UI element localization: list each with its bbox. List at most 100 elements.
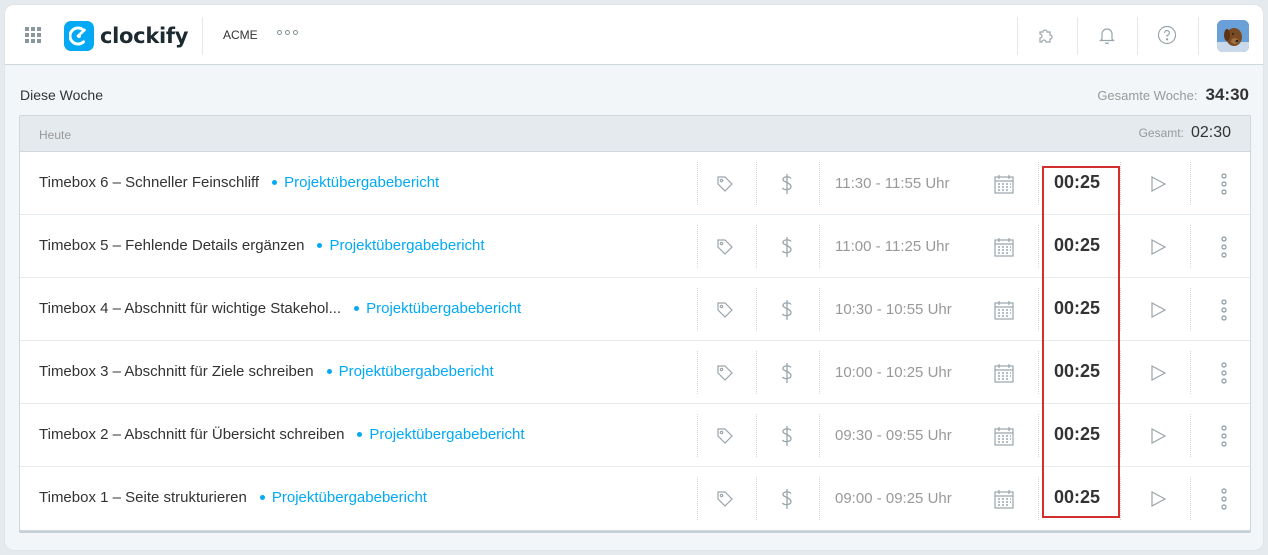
- divider: [1120, 351, 1121, 394]
- divider: [1137, 17, 1138, 55]
- dollar-icon[interactable]: [774, 423, 800, 449]
- dollar-icon[interactable]: [774, 360, 800, 386]
- play-icon[interactable]: [1145, 297, 1171, 323]
- entry-description-text: Timebox 2 – Abschnitt für Übersicht schr…: [39, 426, 345, 443]
- divider: [697, 288, 698, 331]
- dollar-icon[interactable]: [774, 234, 800, 260]
- divider: [1198, 17, 1199, 55]
- project-dot-icon: [357, 432, 363, 437]
- day-total-value: 02:30: [1190, 124, 1231, 141]
- tag-icon[interactable]: [712, 171, 738, 197]
- entry-time-range[interactable]: 10:30 - 10:55 Uhr: [835, 301, 952, 318]
- entry-time-range[interactable]: 09:30 - 09:55 Uhr: [835, 427, 952, 444]
- entry-project[interactable]: Projektübergabebericht: [354, 300, 521, 317]
- more-vertical-icon[interactable]: [1211, 171, 1237, 197]
- entry-description[interactable]: Timebox 6 – Schneller Feinschliff Projek…: [39, 174, 439, 191]
- avatar[interactable]: [1217, 20, 1249, 52]
- dollar-icon[interactable]: [774, 171, 800, 197]
- more-vertical-icon[interactable]: [1211, 297, 1237, 323]
- more-horizontal-icon[interactable]: [277, 30, 298, 35]
- more-vertical-icon[interactable]: [1211, 423, 1237, 449]
- calendar-icon[interactable]: [991, 360, 1017, 386]
- tag-icon[interactable]: [712, 423, 738, 449]
- entry-description[interactable]: Timebox 3 – Abschnitt für Ziele schreibe…: [39, 363, 494, 380]
- more-vertical-icon[interactable]: [1211, 360, 1237, 386]
- top-bar: clockify ACME: [5, 5, 1263, 65]
- dollar-icon[interactable]: [774, 297, 800, 323]
- entry-project-name: Projektübergabebericht: [338, 363, 494, 380]
- divider: [1190, 288, 1191, 331]
- entry-description[interactable]: Timebox 4 – Abschnitt für wichtige Stake…: [39, 300, 521, 317]
- play-icon[interactable]: [1145, 486, 1171, 512]
- puzzle-icon[interactable]: [1034, 23, 1058, 47]
- more-vertical-icon[interactable]: [1211, 486, 1237, 512]
- tag-icon[interactable]: [712, 297, 738, 323]
- divider: [756, 351, 757, 394]
- entry-project[interactable]: Projektübergabebericht: [357, 426, 525, 443]
- workspace-name[interactable]: ACME: [223, 28, 258, 42]
- entry-description-text: Timebox 4 – Abschnitt für wichtige Stake…: [39, 300, 342, 317]
- entry-description[interactable]: Timebox 5 – Fehlende Details ergänzen Pr…: [39, 237, 485, 254]
- divider: [697, 162, 698, 205]
- week-total-value: 34:30: [1205, 85, 1249, 104]
- app-name: clockify: [100, 24, 189, 48]
- help-circle-icon[interactable]: [1155, 23, 1179, 47]
- entry-time-range[interactable]: 09:00 - 09:25 Uhr: [835, 490, 952, 507]
- entry-project[interactable]: Projektübergabebericht: [326, 363, 494, 380]
- divider: [1120, 414, 1121, 457]
- calendar-icon[interactable]: [991, 234, 1017, 260]
- play-icon[interactable]: [1145, 171, 1171, 197]
- entry-project[interactable]: Projektübergabebericht: [272, 174, 439, 191]
- duration-highlight-box: [1042, 166, 1120, 518]
- divider: [819, 162, 820, 205]
- divider: [697, 225, 698, 268]
- calendar-icon[interactable]: [991, 297, 1017, 323]
- week-label: Diese Woche: [20, 87, 104, 103]
- project-dot-icon: [326, 369, 332, 374]
- apps-grid-icon[interactable]: [25, 27, 41, 43]
- entry-description[interactable]: Timebox 2 – Abschnitt für Übersicht schr…: [39, 426, 525, 443]
- play-icon[interactable]: [1145, 360, 1171, 386]
- clockify-logo[interactable]: clockify: [64, 21, 188, 51]
- tag-icon[interactable]: [712, 360, 738, 386]
- calendar-icon[interactable]: [991, 486, 1017, 512]
- divider: [1120, 162, 1121, 205]
- divider: [202, 17, 203, 55]
- entry-time-range[interactable]: 11:00 - 11:25 Uhr: [835, 238, 950, 255]
- app-window: clockify ACME Diese Woche Gesamte Woche:…: [4, 4, 1264, 551]
- more-vertical-icon[interactable]: [1211, 234, 1237, 260]
- clockify-logo-icon: [64, 21, 94, 51]
- divider: [1190, 162, 1191, 205]
- week-total-label: Gesamte Woche:: [1097, 88, 1198, 103]
- entry-project-name: Projektübergabebericht: [329, 237, 485, 254]
- divider: [1190, 351, 1191, 394]
- project-dot-icon: [354, 306, 360, 311]
- bell-icon[interactable]: [1095, 23, 1119, 47]
- divider: [697, 351, 698, 394]
- entry-description-text: Timebox 3 – Abschnitt für Ziele schreibe…: [39, 363, 314, 380]
- entry-time-range[interactable]: 11:30 - 11:55 Uhr: [835, 175, 950, 192]
- divider: [819, 288, 820, 331]
- entry-description[interactable]: Timebox 1 – Seite strukturieren Projektü…: [39, 489, 427, 506]
- divider: [1120, 477, 1121, 520]
- calendar-icon[interactable]: [991, 171, 1017, 197]
- divider: [1120, 225, 1121, 268]
- divider: [756, 288, 757, 331]
- divider: [819, 414, 820, 457]
- tag-icon[interactable]: [712, 234, 738, 260]
- entry-project-name: Projektübergabebericht: [366, 300, 522, 317]
- divider: [697, 414, 698, 457]
- entry-project[interactable]: Projektübergabebericht: [317, 237, 485, 254]
- calendar-icon[interactable]: [991, 423, 1017, 449]
- entry-description-text: Timebox 5 – Fehlende Details ergänzen: [39, 237, 305, 254]
- dollar-icon[interactable]: [774, 486, 800, 512]
- play-icon[interactable]: [1145, 234, 1171, 260]
- entry-time-range[interactable]: 10:00 - 10:25 Uhr: [835, 364, 952, 381]
- divider: [1120, 288, 1121, 331]
- divider: [756, 162, 757, 205]
- play-icon[interactable]: [1145, 423, 1171, 449]
- entry-project[interactable]: Projektübergabebericht: [259, 489, 427, 506]
- tag-icon[interactable]: [712, 486, 738, 512]
- entry-description-text: Timebox 1 – Seite strukturieren: [39, 489, 247, 506]
- divider: [1190, 414, 1191, 457]
